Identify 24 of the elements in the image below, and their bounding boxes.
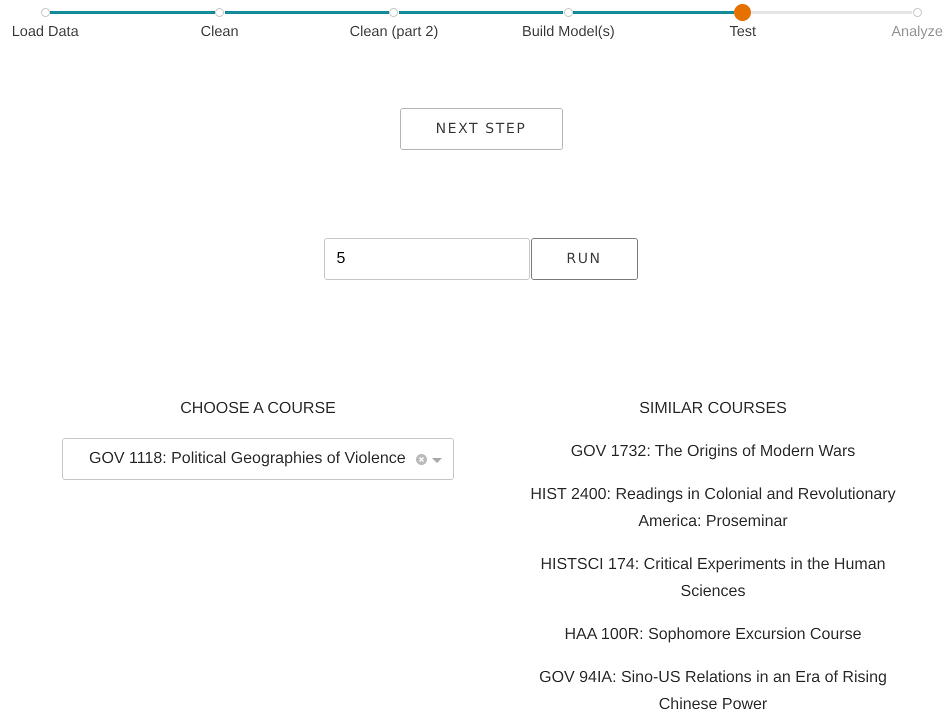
step-label[interactable]: Clean (part 2)	[350, 24, 438, 40]
course-dropdown[interactable]: GOV 1118: Political Geographies of Violence	[62, 438, 454, 480]
step-label[interactable]: Test	[729, 24, 756, 40]
clear-icon[interactable]	[416, 454, 427, 465]
step-marker[interactable]	[912, 8, 922, 16]
step-label[interactable]: Clean	[200, 24, 239, 40]
run-button[interactable]: RUN	[530, 238, 638, 280]
step-label[interactable]: Load Data	[12, 24, 79, 40]
step-marker[interactable]	[215, 8, 224, 16]
course-title: GOV 1732: The Origins of Modern Wars	[570, 442, 856, 462]
step-marker[interactable]	[734, 4, 752, 20]
section-heading: CHOOSE A COURSE	[180, 400, 336, 418]
step-marker[interactable]	[389, 8, 398, 16]
next-step-button[interactable]: NEXT STEP	[400, 108, 562, 150]
section-heading: SIMILAR COURSES	[639, 400, 787, 418]
step-marker[interactable]	[40, 8, 50, 16]
course-title: GOV 94IA: Sino-US Relations in an Era of Rising Chinese Power	[538, 668, 888, 715]
step-label[interactable]: Build Model(s)	[522, 24, 615, 40]
step-marker[interactable]	[564, 8, 573, 16]
input-field[interactable]: 5	[324, 238, 530, 280]
course-title: HISTSCI 174: Critical Experiments in the Human Sciences	[539, 555, 886, 602]
caret-icon[interactable]	[432, 458, 442, 463]
course-title: HAA 100R: Sophomore Excursion Course	[564, 625, 862, 645]
course-title: HIST 2400: Readings in Colonial and Revolutionary America: Proseminar	[529, 485, 897, 532]
